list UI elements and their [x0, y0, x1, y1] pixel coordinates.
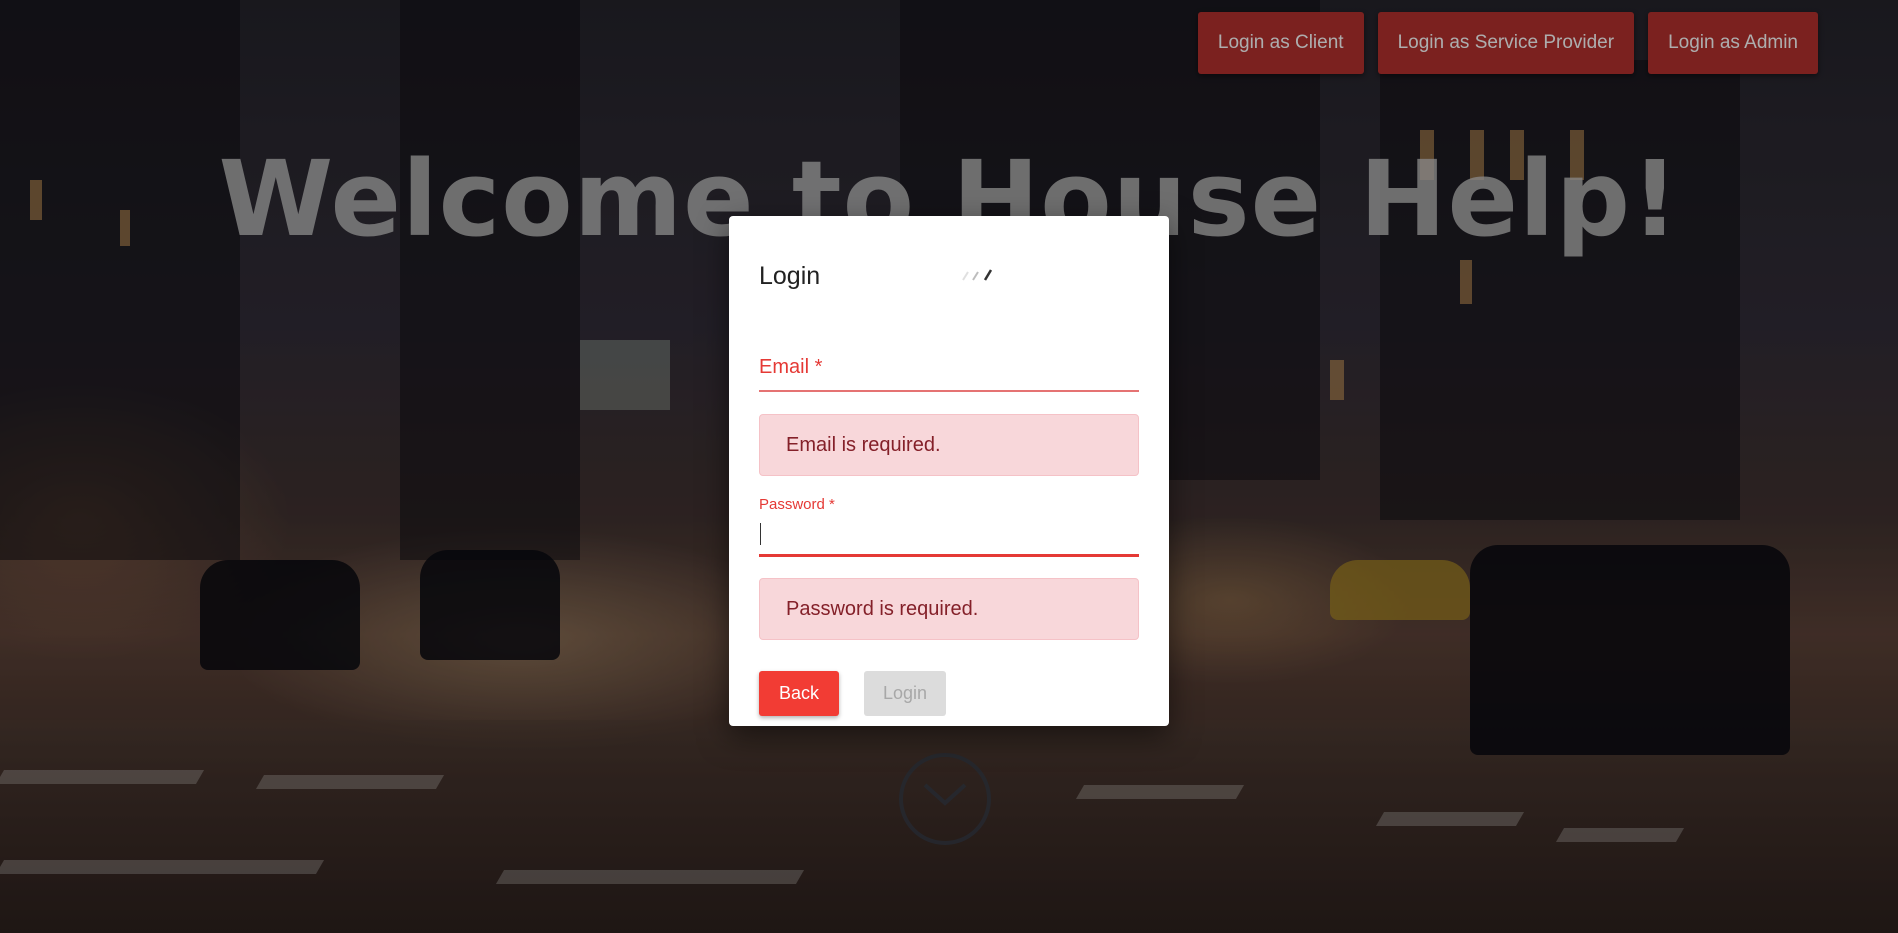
- email-error-alert: Email is required.: [759, 414, 1139, 476]
- email-field[interactable]: Email *: [759, 348, 1139, 392]
- text-caret: [760, 523, 761, 545]
- back-button[interactable]: Back: [759, 671, 839, 716]
- password-field-wrap: [759, 516, 1139, 557]
- login-submit-button[interactable]: Login: [864, 671, 946, 716]
- email-label: Email *: [759, 356, 823, 378]
- login-dialog: Login Email * Email is required. Passwor…: [729, 216, 1169, 726]
- loading-spinner-icon: [962, 269, 993, 281]
- dialog-title: Login: [759, 262, 821, 290]
- password-input[interactable]: [759, 520, 1139, 550]
- password-error-alert: Password is required.: [759, 578, 1139, 640]
- password-label: Password *: [759, 496, 835, 513]
